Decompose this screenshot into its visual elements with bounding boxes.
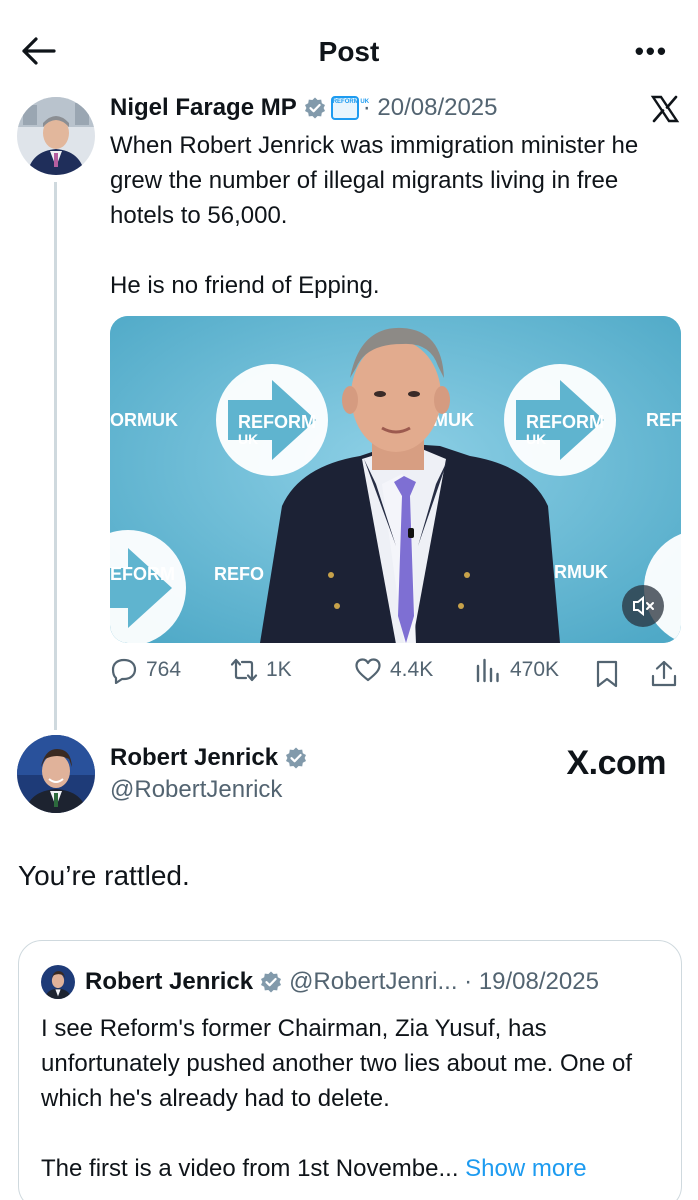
- tweet-text: When Robert Jenrick was immigration mini…: [110, 128, 680, 338]
- views-chart-icon: [476, 658, 499, 683]
- show-more-link[interactable]: Show more: [465, 1155, 586, 1182]
- heart-icon: [355, 658, 381, 682]
- verified-badge-icon[interactable]: [284, 746, 308, 770]
- svg-text:ORMUK: ORMUK: [110, 410, 178, 430]
- reply-count: 764: [146, 658, 182, 681]
- svg-text:REF: REF: [646, 410, 681, 430]
- x-com-watermark: X.com: [566, 744, 666, 782]
- mute-toggle-icon[interactable]: [622, 585, 664, 627]
- affiliation-badge-icon[interactable]: REFORM UK: [330, 96, 369, 120]
- reply-button[interactable]: 764: [110, 656, 181, 684]
- x-logo-icon: [650, 95, 680, 123]
- post-date[interactable]: · 20/08/2025: [363, 94, 498, 122]
- quoted-meta: @RobertJenri... · 19/08/2025: [289, 968, 599, 995]
- reply-icon: [111, 658, 137, 684]
- reply-author-name[interactable]: Robert Jenrick: [110, 744, 278, 772]
- quoted-tweet-header: Robert Jenrick @RobertJenri... · 19/08/2…: [41, 965, 599, 999]
- quoted-tweet[interactable]: Robert Jenrick @RobertJenri... · 19/08/2…: [18, 940, 682, 1200]
- quoted-tweet-text: I see Reform's former Chairman, Zia Yusu…: [41, 1011, 661, 1186]
- like-count: 4.4K: [390, 658, 434, 681]
- reply-text: You’re rattled.: [18, 860, 190, 891]
- views-count: 470K: [510, 658, 560, 681]
- thread-line: [54, 182, 57, 730]
- tweet-header: Nigel Farage MP REFORM UK · 20/08/2025: [110, 90, 498, 126]
- video-player[interactable]: REFORM UK REFORM UK ORMUK RMUK REF EFORM…: [110, 316, 681, 643]
- svg-text:REFORM: REFORM: [526, 412, 604, 432]
- verified-badge-icon: [261, 971, 282, 993]
- quoted-truncated-text: The first is a video from 1st Novembe...: [41, 1155, 466, 1182]
- svg-text:REFO: REFO: [214, 564, 264, 584]
- more-horizontal-icon[interactable]: •••: [635, 36, 668, 67]
- repost-button[interactable]: 1K: [230, 656, 292, 684]
- top-bar: Post •••: [0, 0, 698, 100]
- views-button[interactable]: 470K: [474, 656, 559, 684]
- svg-text:REFORM: REFORM: [238, 412, 316, 432]
- reply-author-row: Robert Jenrick: [110, 742, 308, 774]
- verified-badge-icon[interactable]: [303, 96, 327, 120]
- tweet-actions: 764 1K 4.4K 470K: [110, 656, 682, 692]
- bookmark-icon[interactable]: [594, 660, 620, 688]
- svg-text:EFORM: EFORM: [110, 564, 175, 584]
- quoted-truncated-line: The first is a video from 1st Novembe...…: [41, 1151, 661, 1186]
- quoted-avatar: [41, 965, 75, 999]
- quoted-paragraph: I see Reform's former Chairman, Zia Yusu…: [41, 1015, 633, 1112]
- svg-text:UK: UK: [238, 431, 258, 447]
- like-button[interactable]: 4.4K: [354, 656, 433, 684]
- avatar-robert-jenrick[interactable]: [17, 735, 95, 813]
- repost-icon: [230, 658, 258, 682]
- share-icon[interactable]: [650, 660, 678, 688]
- repost-count: 1K: [266, 658, 292, 681]
- quoted-author-name: Robert Jenrick: [85, 968, 254, 995]
- tweet-paragraph: When Robert Jenrick was immigration mini…: [110, 132, 639, 229]
- tweet-paragraph: He is no friend of Epping.: [110, 272, 380, 299]
- avatar-nigel-farage[interactable]: [17, 97, 95, 175]
- reply-author-handle[interactable]: @RobertJenrick: [110, 776, 282, 804]
- author-name[interactable]: Nigel Farage MP: [110, 94, 297, 122]
- page-title: Post: [318, 36, 380, 67]
- svg-text:UK: UK: [526, 431, 546, 447]
